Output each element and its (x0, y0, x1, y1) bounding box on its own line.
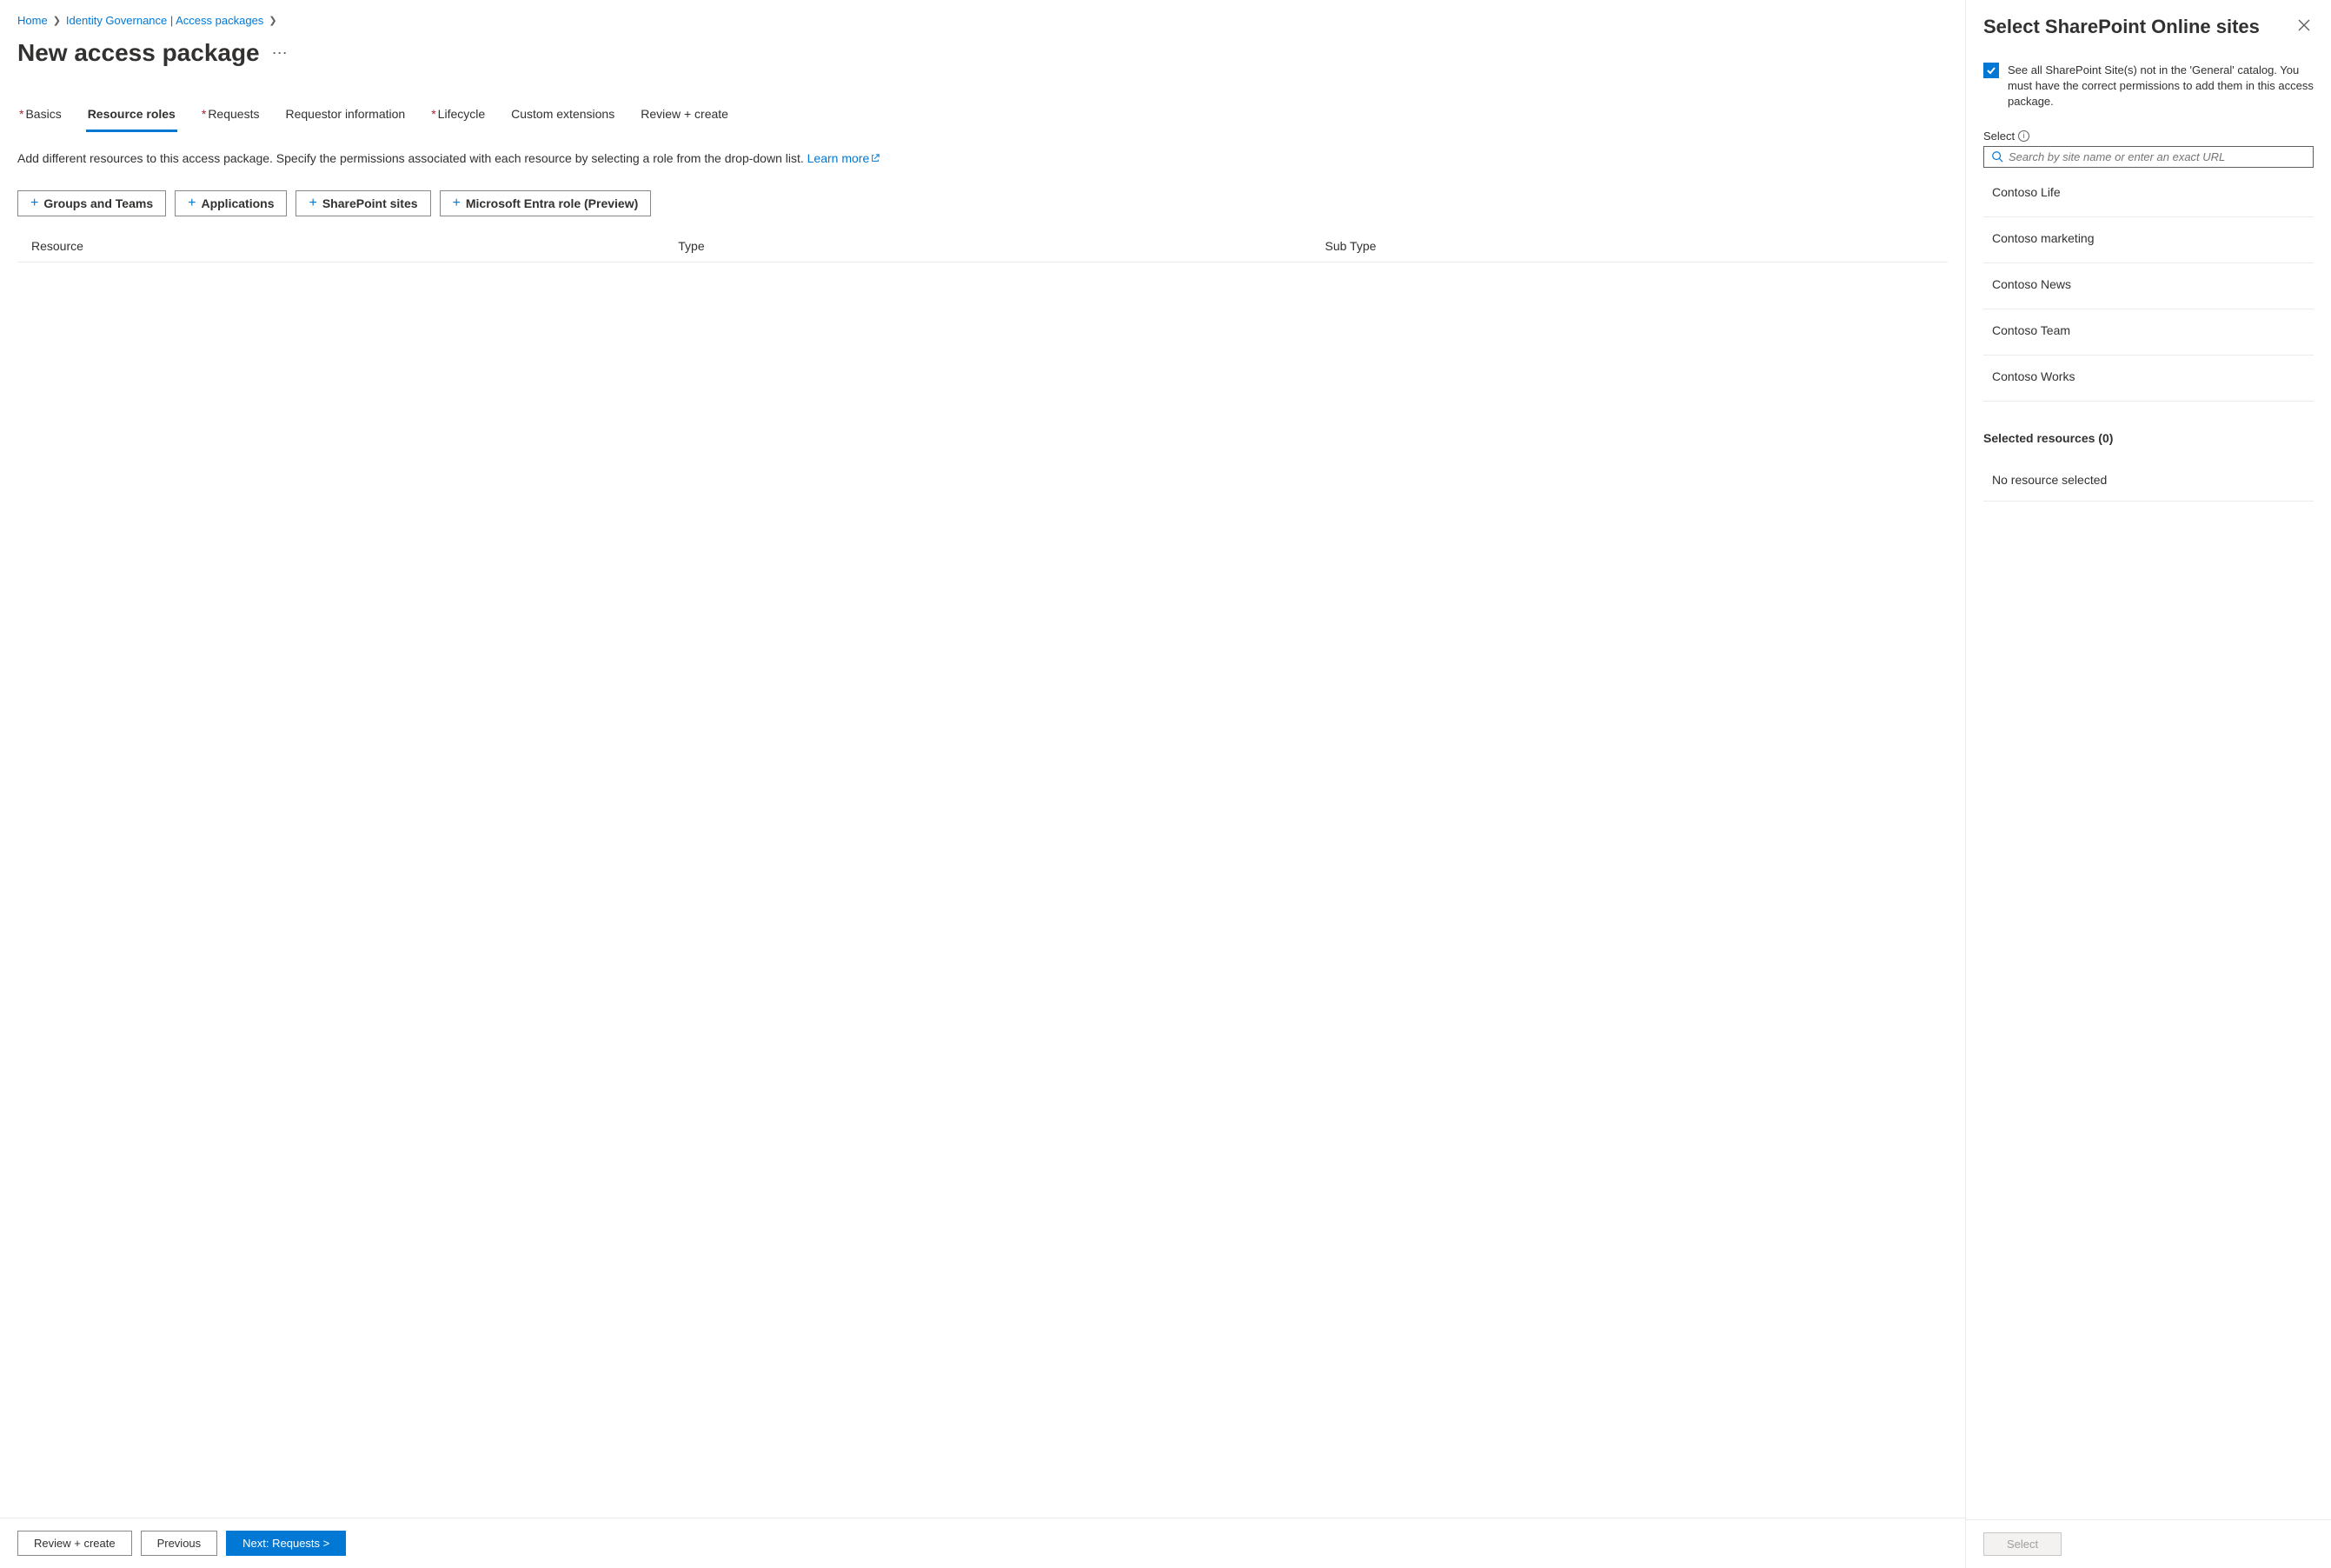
tab-review-label: Review + create (641, 107, 728, 121)
list-item[interactable]: Contoso Works (1983, 355, 2314, 402)
no-resource-selected: No resource selected (1983, 461, 2314, 502)
th-resource: Resource (31, 239, 678, 253)
search-field[interactable] (1983, 146, 2314, 168)
plus-icon: + (309, 196, 316, 211)
review-create-button[interactable]: Review + create (17, 1531, 132, 1556)
panel-footer: Select (1966, 1519, 2331, 1568)
close-icon[interactable] (2294, 16, 2314, 37)
tab-custom-extensions[interactable]: Custom extensions (509, 102, 616, 132)
select-label: Select i (1983, 130, 2314, 143)
tab-basics[interactable]: *Basics (17, 102, 63, 132)
select-button[interactable]: Select (1983, 1532, 2062, 1556)
add-groups-teams-button[interactable]: + Groups and Teams (17, 190, 166, 216)
tab-custom-label: Custom extensions (511, 107, 614, 121)
page-title: New access package (17, 39, 260, 67)
list-item[interactable]: Contoso Team (1983, 309, 2314, 355)
breadcrumb-identity[interactable]: Identity Governance | Access packages (66, 14, 263, 27)
entra-label: Microsoft Entra role (Preview) (466, 196, 638, 210)
selected-resources-heading: Selected resources (0) (1983, 431, 2314, 445)
chevron-right-icon: ❯ (269, 15, 276, 26)
breadcrumb-home[interactable]: Home (17, 14, 48, 27)
apps-label: Applications (201, 196, 274, 210)
description-text: Add different resources to this access p… (17, 151, 807, 165)
chevron-right-icon: ❯ (53, 15, 61, 26)
add-sharepoint-button[interactable]: + SharePoint sites (296, 190, 430, 216)
th-type: Type (678, 239, 1325, 253)
plus-icon: + (453, 196, 461, 211)
tab-lifecycle[interactable]: *Lifecycle (429, 102, 487, 132)
check-icon (1986, 65, 1996, 76)
tab-basics-label: Basics (25, 107, 61, 121)
description: Add different resources to this access p… (17, 149, 1948, 168)
search-input[interactable] (2009, 150, 2306, 163)
checkbox-label: See all SharePoint Site(s) not in the 'G… (2008, 63, 2314, 110)
add-entra-role-button[interactable]: + Microsoft Entra role (Preview) (440, 190, 652, 216)
see-all-checkbox[interactable] (1983, 63, 1999, 78)
previous-button[interactable]: Previous (141, 1531, 218, 1556)
tab-resource-roles[interactable]: Resource roles (86, 102, 177, 132)
learn-more-link[interactable]: Learn more (807, 151, 880, 165)
tab-review-create[interactable]: Review + create (639, 102, 730, 132)
list-item[interactable]: Contoso marketing (1983, 217, 2314, 263)
tab-requests-label: Requests (208, 107, 259, 121)
add-applications-button[interactable]: + Applications (175, 190, 287, 216)
tab-requestor-info[interactable]: Requestor information (283, 102, 407, 132)
next-button[interactable]: Next: Requests > (226, 1531, 346, 1556)
groups-label: Groups and Teams (43, 196, 153, 210)
tab-lifecycle-label: Lifecycle (438, 107, 485, 121)
side-panel: Select SharePoint Online sites See all S… (1966, 0, 2331, 1568)
plus-icon: + (188, 196, 196, 211)
th-subtype: Sub Type (1325, 239, 1935, 253)
search-icon (1991, 150, 2003, 163)
sp-label: SharePoint sites (322, 196, 418, 210)
external-link-icon (871, 154, 880, 163)
list-item[interactable]: Contoso Life (1983, 171, 2314, 217)
plus-icon: + (30, 196, 38, 211)
list-item[interactable]: Contoso News (1983, 263, 2314, 309)
info-icon[interactable]: i (2018, 130, 2029, 142)
tab-requestor-label: Requestor information (285, 107, 405, 121)
tab-requests[interactable]: *Requests (200, 102, 262, 132)
tabs: *Basics Resource roles *Requests Request… (17, 102, 1948, 132)
footer: Review + create Previous Next: Requests … (0, 1518, 1965, 1568)
breadcrumb: Home ❯ Identity Governance | Access pack… (17, 14, 1948, 27)
tab-roles-label: Resource roles (88, 107, 176, 121)
panel-title: Select SharePoint Online sites (1983, 16, 2260, 38)
more-icon[interactable]: ⋯ (272, 44, 289, 63)
site-list: Contoso Life Contoso marketing Contoso N… (1983, 171, 2314, 402)
table-header: Resource Type Sub Type (17, 232, 1948, 262)
